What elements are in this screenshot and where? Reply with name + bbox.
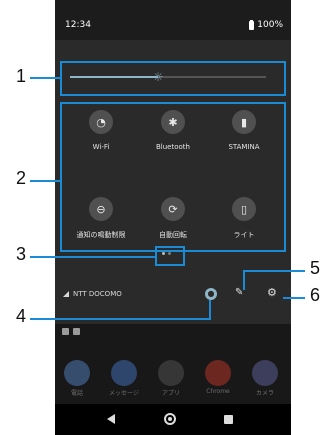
app-label: Chrome xyxy=(206,388,230,395)
image-icon xyxy=(62,328,69,335)
callout-leader xyxy=(283,297,305,299)
app-messages[interactable]: メッセージ xyxy=(104,360,144,397)
callout-leader xyxy=(30,256,155,258)
app-camera[interactable]: カメラ xyxy=(245,360,285,397)
callout-leader xyxy=(30,77,60,79)
phone-app-icon xyxy=(64,360,90,386)
app-chrome[interactable]: Chrome xyxy=(198,360,238,395)
notification-icons xyxy=(62,328,80,335)
sdcard-icon xyxy=(73,328,80,335)
status-time: 12:34 xyxy=(65,20,91,30)
chrome-app-icon xyxy=(205,360,231,386)
carrier-name: NTT DOCOMO xyxy=(73,290,122,298)
callout-number-6: 6 xyxy=(310,285,321,305)
callout-number-5: 5 xyxy=(310,258,321,278)
app-drawer-icon xyxy=(158,360,184,386)
app-label: カメラ xyxy=(255,390,274,397)
callout-number-4: 4 xyxy=(16,306,27,326)
messages-app-icon xyxy=(111,360,137,386)
callout-box-tiles xyxy=(60,102,286,252)
status-battery: 100% xyxy=(249,19,283,30)
app-label: アプリ xyxy=(161,390,180,397)
home-icon[interactable] xyxy=(164,413,176,425)
carrier-info: NTT DOCOMO xyxy=(63,290,122,298)
callout-number-3: 3 xyxy=(16,244,27,264)
user-icon[interactable]: ● xyxy=(205,288,217,300)
app-label: 電話 xyxy=(70,390,83,397)
callout-number-2: 2 xyxy=(16,168,27,188)
back-icon[interactable] xyxy=(107,414,115,424)
callout-leader xyxy=(30,180,60,182)
callout-leader xyxy=(30,318,210,320)
callout-leader xyxy=(209,300,211,320)
signal-icon xyxy=(63,291,69,297)
recent-apps-icon[interactable] xyxy=(224,415,233,424)
status-bar: 12:34 100% xyxy=(55,0,291,40)
navigation-bar xyxy=(55,404,291,435)
camera-app-icon xyxy=(252,360,278,386)
app-label: メッセージ xyxy=(109,390,139,397)
battery-percent: 100% xyxy=(257,20,283,30)
battery-icon xyxy=(249,19,255,30)
callout-box-brightness xyxy=(60,61,286,96)
callout-box-page-indicator xyxy=(155,246,185,266)
callout-leader xyxy=(243,270,245,290)
home-screen: 電話 メッセージ アプリ Chrome カメラ xyxy=(55,324,291,404)
callout-leader xyxy=(243,270,305,272)
app-drawer[interactable]: アプリ xyxy=(151,360,191,397)
settings-gear-icon[interactable]: ⚙ xyxy=(267,286,277,299)
app-phone[interactable]: 電話 xyxy=(57,360,97,397)
callout-number-1: 1 xyxy=(16,66,27,86)
